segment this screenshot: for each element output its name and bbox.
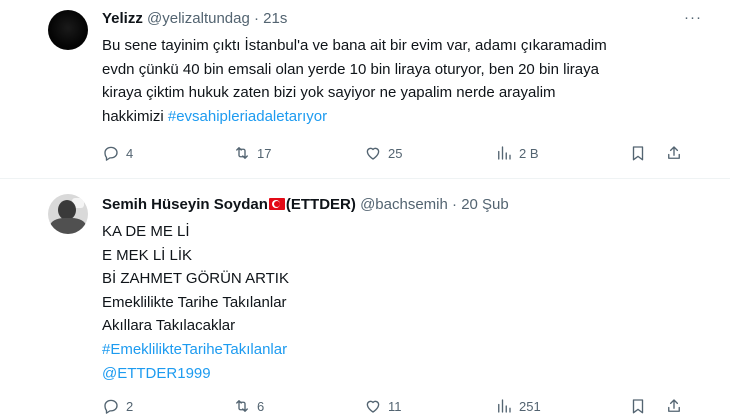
reply-button[interactable]: 2 <box>102 396 133 416</box>
tweet-line: Bİ ZAHMET GÖRÜN ARTIK <box>102 270 289 288</box>
views-count: 251 <box>519 398 541 414</box>
tweet-text: KA DE ME Lİ E MEK Lİ LİK Bİ ZAHMET GÖRÜN A… <box>102 220 702 385</box>
tweet-line: KA DE ME Lİ <box>102 223 190 240</box>
share-icon <box>668 146 680 159</box>
separator-dot: · <box>254 10 259 27</box>
tweet-line: Akıllara Takılacaklar <box>102 317 236 335</box>
views-button[interactable]: 2 B <box>495 143 539 163</box>
tweet-actions: 2 6 11 251 <box>102 396 692 416</box>
timestamp[interactable]: 20 Şub <box>461 196 509 213</box>
timestamp[interactable]: 21s <box>263 10 287 27</box>
reply-count: 2 <box>126 398 134 414</box>
tweet-line: Emeklilikte Tarihe Takılanlar <box>102 293 287 311</box>
retweet-count: 6 <box>257 398 265 414</box>
author-name[interactable]: Semih Hüseyin Soydan <box>102 196 268 213</box>
views-button[interactable]: 251 <box>495 396 541 416</box>
like-button[interactable]: 11 <box>364 396 402 416</box>
author-handle[interactable]: @yelizaltundag <box>147 10 250 27</box>
avatar[interactable] <box>48 10 88 50</box>
author-name[interactable]: Yelizz <box>102 10 143 27</box>
views-icon <box>498 399 511 413</box>
bookmark-button[interactable] <box>629 143 647 163</box>
like-count: 11 <box>388 398 402 414</box>
reply-icon <box>104 146 118 161</box>
like-count: 25 <box>388 145 403 161</box>
author-name-suffix[interactable]: (ETTDER) <box>286 196 356 213</box>
tweet-text: Bu sene tayinim çıktı İstanbul'a ve bana… <box>102 34 702 128</box>
retweet-count: 17 <box>257 145 272 161</box>
heart-icon <box>366 147 380 160</box>
share-button[interactable] <box>665 396 683 416</box>
share-icon <box>668 399 680 412</box>
bookmark-icon <box>632 146 644 161</box>
reply-button[interactable]: 4 <box>102 143 133 163</box>
views-icon <box>498 146 511 160</box>
tweet-header: Semih Hüseyin Soydan (ETTDER) @bachsemih … <box>102 195 509 215</box>
views-count: 2 B <box>519 145 539 161</box>
heart-icon <box>366 400 380 413</box>
divider <box>0 178 730 179</box>
tweet[interactable]: Yelizz @yelizaltundag · 21s ··· Bu sene … <box>0 0 730 178</box>
hashtag-link[interactable]: #evsahipleriadaletarıyor <box>168 108 327 125</box>
more-options-icon[interactable]: ··· <box>684 9 702 26</box>
retweet-button[interactable]: 17 <box>233 143 271 163</box>
like-button[interactable]: 25 <box>364 143 402 163</box>
hashtag-link[interactable]: #EmeklilikteTariheTakılanlar <box>102 338 702 362</box>
separator-dot: · <box>452 196 458 213</box>
avatar[interactable] <box>48 194 88 234</box>
tweet-line: E MEK Lİ LİK <box>102 246 193 264</box>
author-handle[interactable]: @bachsemih <box>360 196 448 213</box>
tweet-header: Yelizz @yelizaltundag · 21s <box>102 9 287 29</box>
tweet-actions: 4 17 25 2 B <box>102 143 692 163</box>
retweet-icon <box>236 400 248 412</box>
mention-link[interactable]: @ETTDER1999 <box>102 362 702 386</box>
tweet[interactable]: Semih Hüseyin Soydan (ETTDER) @bachsemih … <box>0 180 730 420</box>
bookmark-icon <box>632 399 644 414</box>
turkey-flag-icon <box>268 198 285 210</box>
bookmark-button[interactable] <box>629 396 647 416</box>
share-button[interactable] <box>665 143 683 163</box>
reply-count: 4 <box>126 145 134 161</box>
retweet-icon <box>236 147 248 159</box>
reply-icon <box>104 399 118 414</box>
retweet-button[interactable]: 6 <box>233 396 264 416</box>
